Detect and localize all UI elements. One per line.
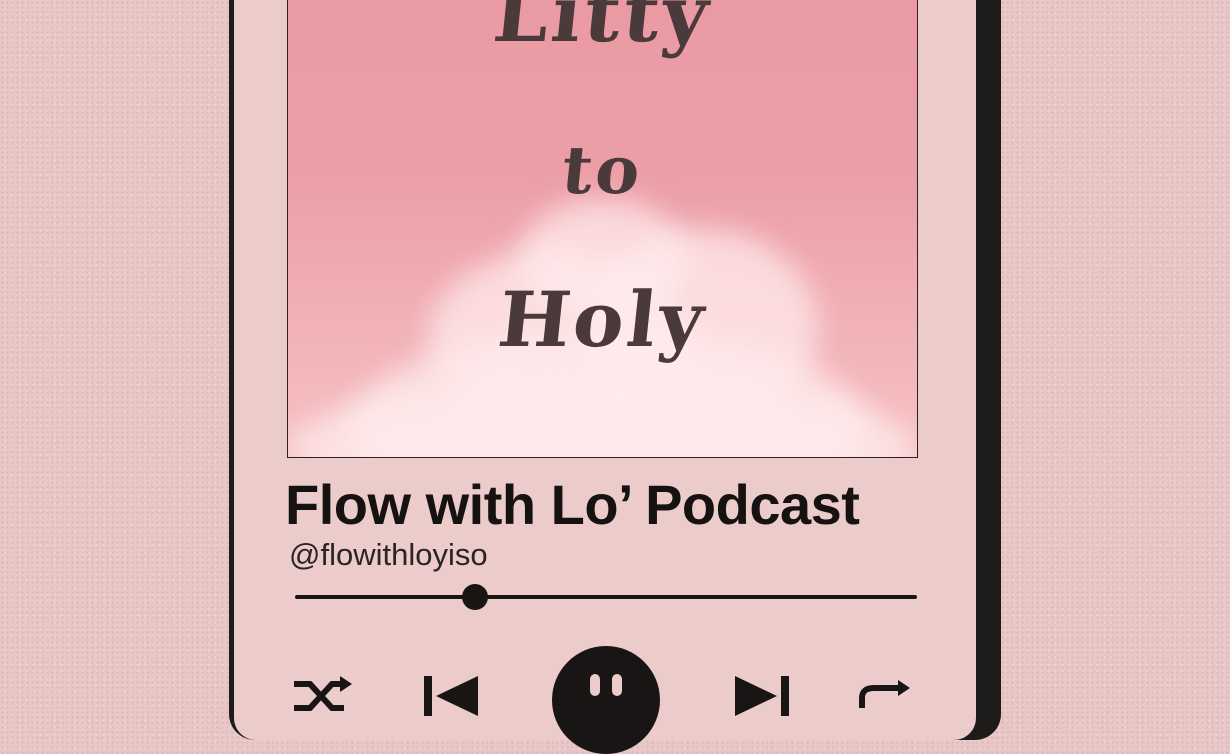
shuffle-button[interactable] — [292, 676, 352, 716]
skip-previous-icon — [424, 676, 478, 716]
next-button[interactable] — [735, 676, 791, 716]
shuffle-icon — [294, 676, 352, 711]
album-artwork: Litty to Holy — [287, 0, 918, 458]
track-title: Flow with Lo’ Podcast — [285, 473, 860, 536]
progress-bar[interactable] — [295, 584, 917, 610]
track-artist: @flowithloyiso — [289, 537, 488, 572]
artwork-title-line-2: to — [558, 131, 647, 209]
skip-next-icon — [735, 676, 789, 716]
artwork-title-line-1: Litty — [489, 0, 716, 60]
wallpaper: { "artwork": { "title_lines": ["Litty", … — [0, 0, 1230, 754]
artwork-title-line-3: Holy — [494, 275, 711, 364]
repeat-button[interactable] — [852, 678, 916, 718]
pause-button[interactable] — [552, 646, 660, 754]
previous-button[interactable] — [424, 676, 480, 716]
repeat-icon — [859, 680, 910, 708]
pause-icon — [552, 646, 660, 754]
